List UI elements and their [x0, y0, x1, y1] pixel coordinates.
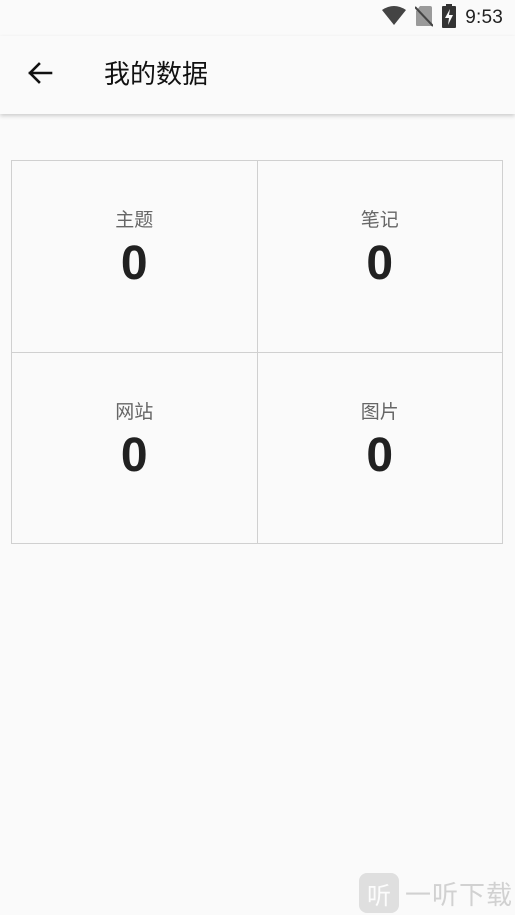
stat-card-notes[interactable]: 笔记 0	[257, 161, 503, 353]
stat-value: 0	[366, 237, 394, 291]
stat-label: 笔记	[360, 209, 399, 232]
status-time: 9:53	[465, 7, 503, 28]
battery-charging-icon	[442, 4, 457, 32]
stats-grid: 主题 0 笔记 0 网站 0 图片 0	[11, 160, 503, 544]
stat-label: 主题	[115, 209, 154, 232]
status-icons: 9:53	[382, 4, 503, 32]
stat-value: 0	[120, 428, 148, 482]
no-sim-icon	[414, 5, 434, 31]
page-title: 我的数据	[104, 60, 209, 90]
watermark: 听 一听下载	[358, 873, 513, 913]
watermark-logo-icon: 听	[358, 873, 399, 913]
stat-label: 图片	[360, 400, 399, 423]
watermark-text: 一听下载	[404, 880, 513, 911]
stat-card-websites[interactable]: 网站 0	[12, 352, 258, 544]
back-button[interactable]	[16, 51, 64, 99]
stat-card-topics[interactable]: 主题 0	[12, 161, 258, 353]
stat-value: 0	[120, 237, 148, 291]
arrow-left-icon	[27, 62, 53, 88]
stat-value: 0	[366, 428, 394, 482]
stat-label: 网站	[115, 400, 154, 423]
wifi-icon	[382, 6, 407, 30]
stat-card-images[interactable]: 图片 0	[257, 352, 503, 544]
app-bar: 我的数据	[0, 36, 515, 114]
status-bar: 9:53	[0, 0, 515, 36]
